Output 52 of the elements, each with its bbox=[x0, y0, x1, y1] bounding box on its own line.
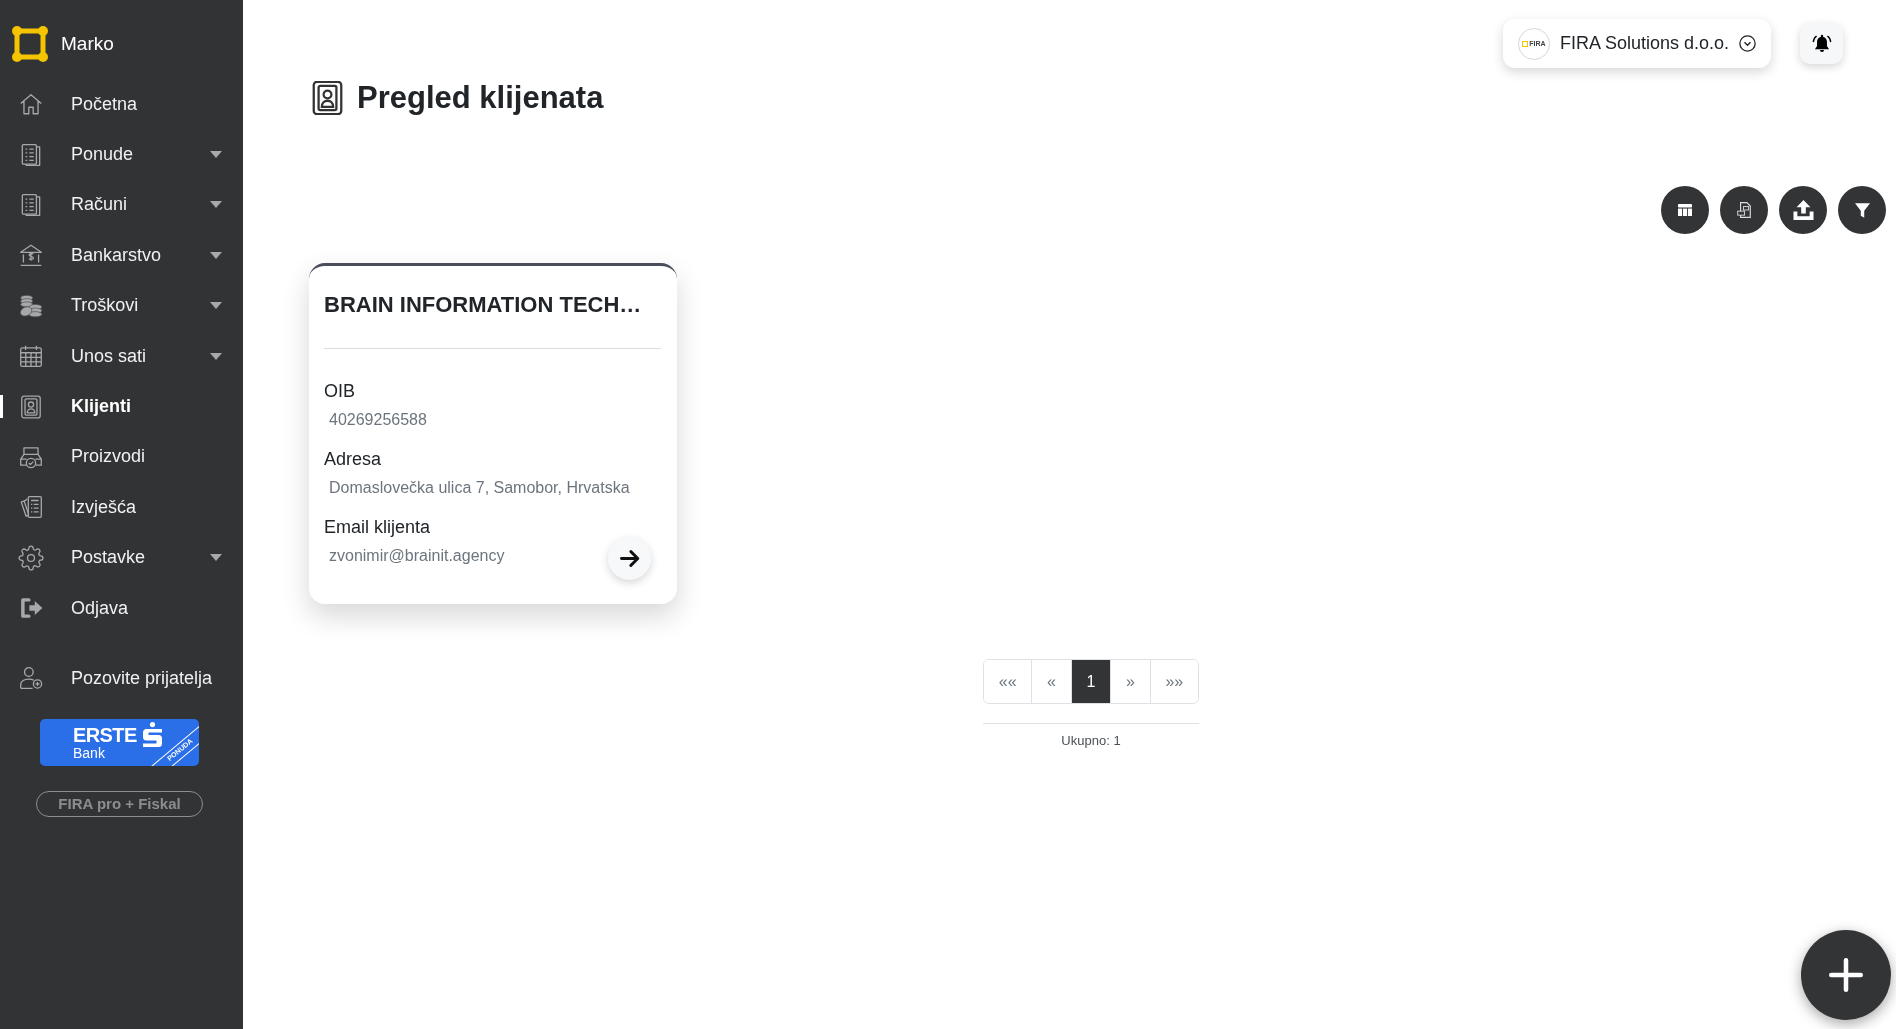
nav-item[interactable]: Postavke bbox=[0, 532, 243, 583]
table-icon bbox=[1678, 204, 1692, 216]
upload-icon bbox=[1792, 200, 1814, 220]
filter-icon bbox=[1854, 202, 1870, 218]
field-label: Email klijenta bbox=[324, 516, 431, 538]
field-value: zvonimir@brainit.agency bbox=[329, 546, 505, 566]
contact-card-icon bbox=[312, 81, 343, 115]
page-title: Pregled klijenata bbox=[357, 80, 604, 116]
bank-name: ERSTE bbox=[73, 724, 137, 746]
plus-icon bbox=[1829, 958, 1863, 992]
settings-icon bbox=[18, 544, 44, 571]
nav-item[interactable]: Unos sati bbox=[0, 330, 243, 382]
bell-icon bbox=[1810, 32, 1833, 55]
field-label: OIB bbox=[324, 380, 355, 402]
papers-icon bbox=[18, 494, 44, 521]
field-value: 40269256588 bbox=[329, 410, 427, 430]
arrow-right-icon bbox=[619, 550, 640, 567]
user-plus-icon bbox=[18, 665, 44, 692]
total-count: Ukupno: 1 bbox=[1061, 733, 1121, 748]
nav-item[interactable]: Računi bbox=[0, 179, 243, 231]
nav-item[interactable]: Ponude bbox=[0, 129, 243, 180]
nav-item[interactable]: Početna bbox=[0, 79, 243, 130]
client-name: BRAIN INFORMATION TECH… bbox=[324, 292, 642, 318]
nav-item[interactable]: Izvješća bbox=[0, 482, 243, 533]
field-value: Domaslovečka ulica 7, Samobor, Hrvatska bbox=[329, 478, 630, 498]
add-button[interactable] bbox=[1801, 930, 1891, 1020]
logo-square-icon bbox=[1522, 40, 1529, 47]
calendar-icon bbox=[18, 343, 44, 370]
notifications-button[interactable] bbox=[1800, 23, 1843, 64]
nav-item[interactable]: Proizvodi bbox=[0, 431, 243, 483]
bank-icon bbox=[18, 242, 44, 269]
document-icon bbox=[1737, 202, 1751, 218]
invite-link[interactable]: Pozovite prijatelja bbox=[0, 653, 243, 704]
coins-icon bbox=[18, 292, 44, 319]
pagination-button[interactable]: 1 bbox=[1070, 660, 1111, 703]
nav-item[interactable]: Odjava bbox=[0, 582, 243, 634]
pagination-button[interactable]: »» bbox=[1149, 660, 1198, 703]
user-name: Marko bbox=[61, 33, 114, 55]
export-button[interactable] bbox=[1720, 186, 1768, 234]
nav-item[interactable]: Bankarstvo bbox=[0, 230, 243, 281]
upload-button[interactable] bbox=[1779, 186, 1827, 234]
logo-icon bbox=[12, 26, 48, 62]
open-client-button[interactable] bbox=[608, 537, 651, 580]
nav-item[interactable]: Troškovi bbox=[0, 280, 243, 331]
filter-button[interactable] bbox=[1838, 186, 1886, 234]
nav-item[interactable]: Klijenti bbox=[0, 381, 243, 432]
field-label: Adresa bbox=[324, 448, 382, 470]
bank-subtitle: Bank bbox=[73, 745, 106, 761]
contact-card-icon bbox=[18, 393, 44, 420]
bank-logo-icon bbox=[142, 721, 162, 747]
columns-button[interactable] bbox=[1661, 186, 1709, 234]
chevron-down-icon bbox=[1739, 35, 1756, 52]
